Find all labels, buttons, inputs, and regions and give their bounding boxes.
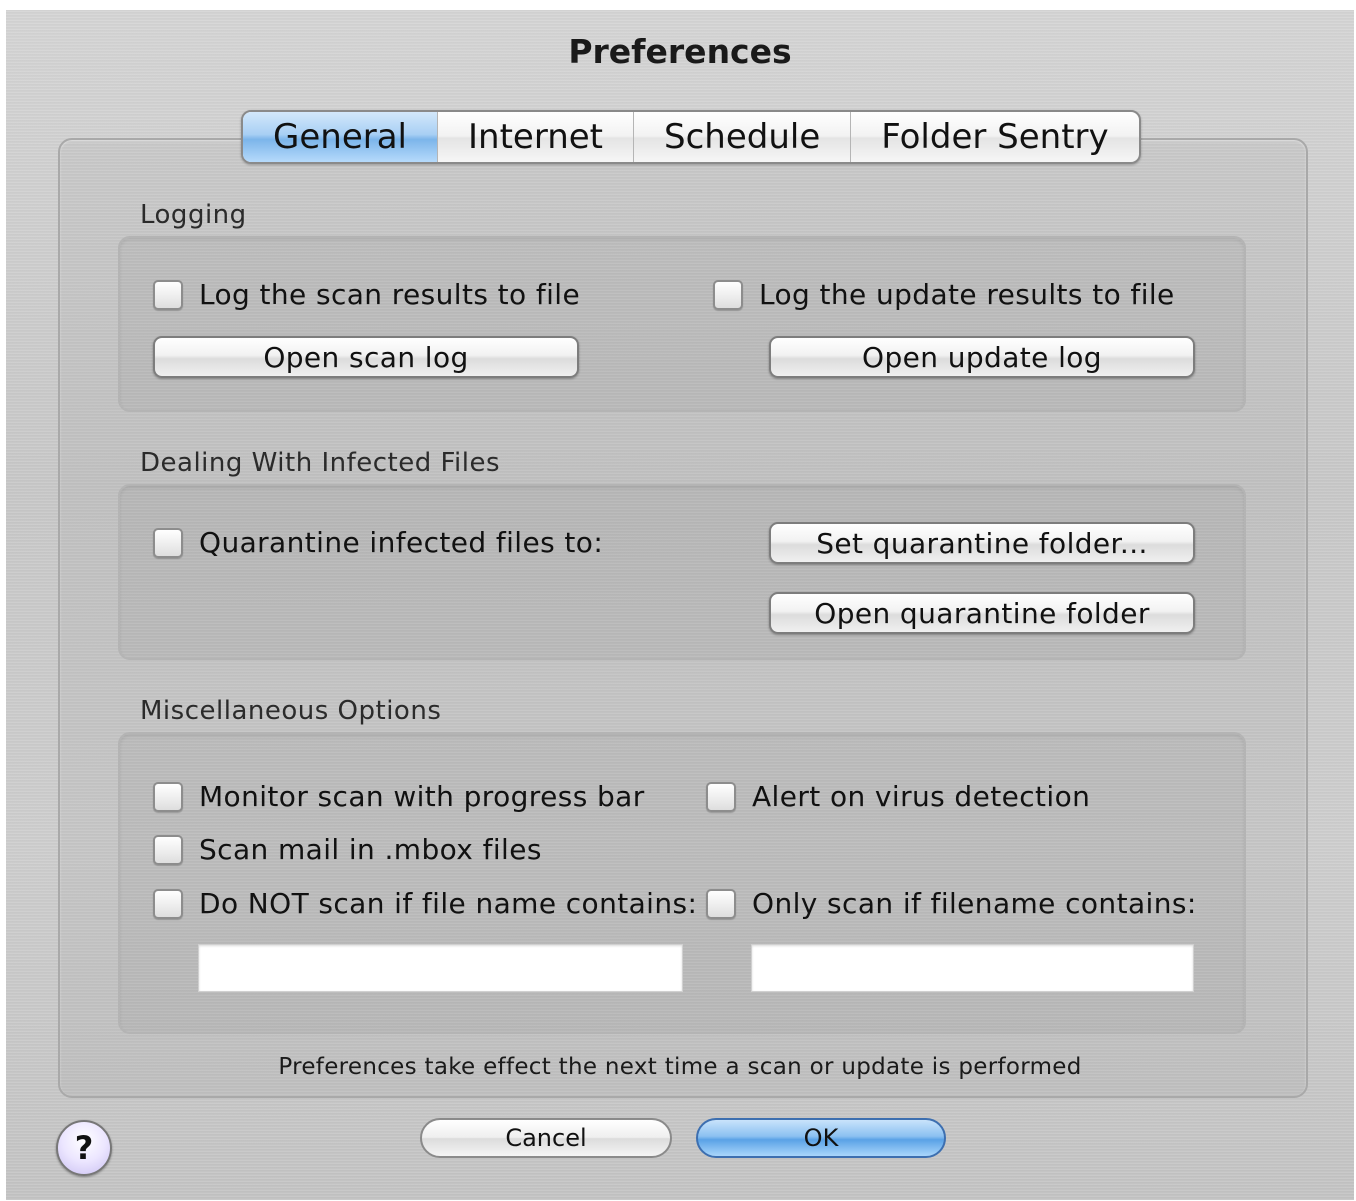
scan-mbox-row[interactable]: Scan mail in .mbox files [153,833,542,866]
monitor-progress-label: Monitor scan with progress bar [199,780,645,813]
scan-mbox-label: Scan mail in .mbox files [199,833,542,866]
only-scan-input[interactable] [751,944,1194,992]
do-not-scan-checkbox[interactable] [153,888,183,919]
tab-general[interactable]: General [243,112,437,162]
set-quarantine-folder-button[interactable]: Set quarantine folder... [769,522,1195,564]
log-scan-results-label: Log the scan results to file [199,278,581,311]
cancel-button[interactable]: Cancel [420,1118,672,1158]
do-not-scan-row[interactable]: Do NOT scan if file name contains: [153,887,697,920]
quarantine-label: Quarantine infected files to: [199,526,604,559]
tab-folder-sentry[interactable]: Folder Sentry [850,112,1138,162]
tab-internet[interactable]: Internet [437,112,633,162]
only-scan-checkbox[interactable] [706,888,736,919]
window-title: Preferences [568,32,792,71]
quarantine-checkbox[interactable] [153,527,183,558]
preferences-note: Preferences take effect the next time a … [278,1054,1082,1080]
alert-virus-label: Alert on virus detection [752,780,1091,813]
monitor-progress-row[interactable]: Monitor scan with progress bar [153,780,645,813]
ok-button[interactable]: OK [696,1118,946,1158]
open-update-log-button[interactable]: Open update log [769,336,1195,378]
tab-schedule[interactable]: Schedule [633,112,850,162]
quarantine-row[interactable]: Quarantine infected files to: [153,526,603,559]
scan-mbox-checkbox[interactable] [153,834,183,865]
open-quarantine-folder-button[interactable]: Open quarantine folder [769,592,1195,634]
log-update-results-label: Log the update results to file [759,278,1175,311]
log-scan-results-row[interactable]: Log the scan results to file [153,278,580,311]
logging-section-title: Logging [140,200,247,230]
misc-section-title: Miscellaneous Options [140,696,442,726]
only-scan-row[interactable]: Only scan if filename contains: [706,887,1197,920]
do-not-scan-input[interactable] [198,944,683,992]
only-scan-label: Only scan if filename contains: [752,887,1197,920]
log-scan-results-checkbox[interactable] [153,279,183,310]
do-not-scan-label: Do NOT scan if file name contains: [199,887,698,920]
open-scan-log-button[interactable]: Open scan log [153,336,579,378]
question-mark-icon[interactable]: ? [56,1120,112,1176]
alert-virus-checkbox[interactable] [706,781,736,812]
log-update-results-checkbox[interactable] [713,279,743,310]
monitor-progress-checkbox[interactable] [153,781,183,812]
alert-virus-row[interactable]: Alert on virus detection [706,780,1090,813]
tab-bar: General Internet Schedule Folder Sentry [241,110,1141,164]
log-update-results-row[interactable]: Log the update results to file [713,278,1175,311]
logging-group [118,236,1246,412]
infected-section-title: Dealing With Infected Files [140,448,501,478]
preferences-window: Preferences General Internet Schedule Fo… [6,10,1354,1200]
